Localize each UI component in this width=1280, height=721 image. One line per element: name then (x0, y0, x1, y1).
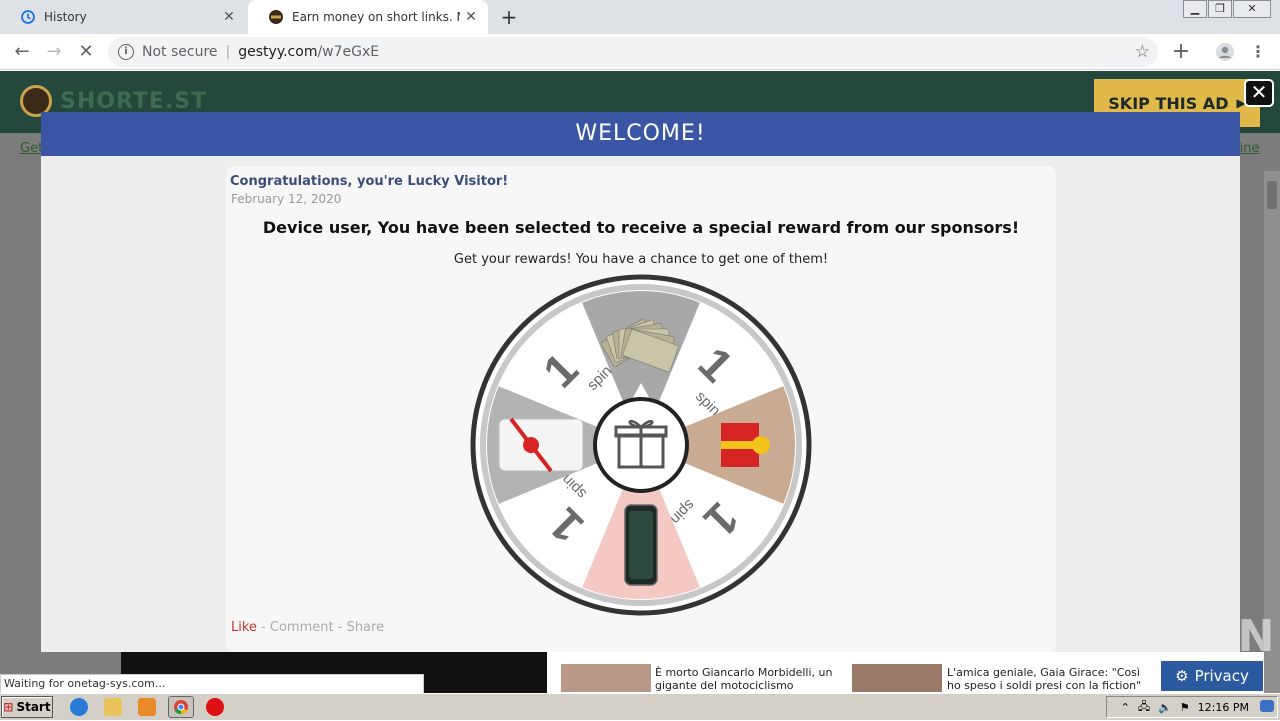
scroll-thumb[interactable] (1267, 181, 1277, 209)
security-label: Not secure (142, 44, 218, 60)
gear-icon: ⚙ (1175, 667, 1189, 685)
forward-arrow-icon[interactable]: → (40, 38, 68, 66)
modal-header: WELCOME! (41, 112, 1240, 156)
card-headline: Device user, You have been selected to r… (262, 218, 1020, 237)
logo-text: SHORTE.ST (60, 88, 208, 114)
close-tab-icon[interactable]: ✕ (218, 9, 240, 25)
chrome-taskbar-button[interactable] (168, 696, 194, 718)
url-path: /w7eGxE (317, 44, 380, 60)
minimize-icon[interactable]: ▁ (1183, 0, 1207, 18)
bookmark-star-icon[interactable]: ☆ (1135, 42, 1150, 62)
restore-icon[interactable]: ❐ (1208, 0, 1232, 18)
gift-card-body (498, 418, 584, 472)
network-icon[interactable]: 🖧 (1138, 698, 1150, 717)
privacy-label: Privacy (1194, 667, 1249, 685)
status-bar: Waiting for onetag-sys.com... (0, 674, 424, 693)
divider: | (225, 44, 231, 60)
tab-title: History (44, 10, 87, 24)
site-nav-link[interactable]: Get (20, 141, 43, 156)
tab-strip: History ✕ Earn money on short links. Mak… (0, 0, 1280, 34)
tab-history[interactable]: History ✕ (0, 0, 246, 34)
gift-card-icon (498, 417, 584, 473)
footer-separator: - (333, 620, 347, 635)
url-host: gestyy.com (238, 44, 318, 60)
share-link[interactable]: Share (347, 620, 385, 635)
news-headline[interactable]: L'amica geniale, Gaia Girace: "Così ho s… (947, 666, 1147, 692)
close-tab-icon[interactable]: ✕ (460, 9, 482, 25)
profile-avatar-icon[interactable] (1211, 38, 1239, 66)
footer-separator: - (256, 620, 270, 635)
gift-card-bow (523, 437, 539, 453)
news-headline[interactable]: È morto Giancarlo Morbidelli, un gigante… (655, 666, 855, 693)
ie-icon[interactable] (70, 698, 88, 716)
back-arrow-icon[interactable]: ← (8, 38, 36, 66)
start-label: Start (16, 700, 51, 714)
news-thumbnail[interactable] (561, 664, 651, 692)
windows-logo-icon: ⊞ (3, 700, 14, 714)
reward-modal: WELCOME! Congratulations, you're Lucky V… (41, 112, 1240, 652)
folder-icon[interactable] (104, 698, 122, 716)
system-tray: ⌃ 🖧 🔈 ⚑ 12:16 PM (1106, 696, 1278, 718)
comment-link[interactable]: Comment (270, 620, 334, 635)
close-window-icon[interactable]: ✕ (1233, 0, 1271, 18)
tray-arrow-icon[interactable]: ⌃ (1121, 701, 1130, 714)
phone-screen (629, 511, 653, 579)
taskbar: ⊞ Start ⌃ 🖧 🔈 ⚑ 12:16 PM (0, 693, 1280, 720)
card-footer: Like - Comment - Share (231, 620, 384, 635)
card-title: Congratulations, you're Lucky Visitor! (230, 174, 509, 189)
page-viewport: SHORTE.ST SKIP THIS AD ▶ ✕ Get line È mo… (0, 71, 1280, 693)
site-favicon-icon (268, 9, 284, 25)
privacy-button[interactable]: ⚙ Privacy (1161, 661, 1263, 691)
phone-icon (624, 504, 658, 586)
prize-wheel[interactable]: 1spin1spin1spin1spin (470, 274, 812, 616)
card-subline: Get your rewards! You have a chance to g… (453, 252, 829, 267)
stop-loading-icon[interactable]: ✕ (72, 38, 100, 66)
card-date: February 12, 2020 (231, 192, 342, 206)
reward-card: Congratulations, you're Lucky Visitor! F… (226, 166, 1056, 652)
history-icon (20, 9, 36, 25)
start-button[interactable]: ⊞ Start (1, 696, 53, 718)
show-desktop-icon[interactable] (1260, 700, 1274, 712)
clock: 12:16 PM (1197, 700, 1249, 714)
volume-icon[interactable]: 🔈 (1158, 701, 1172, 714)
skip-ad-label: SKIP THIS AD (1108, 93, 1229, 113)
tab-title: Earn money on short links. Make sho (292, 10, 460, 24)
browser-toolbar: ← → ✕ i Not secure | gestyy.com/w7eGxE ☆… (0, 34, 1280, 70)
flag-icon[interactable]: ⚑ (1180, 701, 1190, 714)
address-bar[interactable]: i Not secure | gestyy.com/w7eGxE ☆ (108, 37, 1158, 67)
gift-box-bow (752, 436, 770, 454)
extension-plus-icon[interactable]: + (1167, 38, 1195, 66)
info-icon[interactable]: i (118, 44, 134, 60)
opera-icon[interactable] (206, 698, 224, 716)
like-link[interactable]: Like (231, 620, 257, 635)
news-thumbnail[interactable] (852, 664, 942, 692)
media-player-icon[interactable] (138, 698, 156, 716)
menu-kebab-icon[interactable]: ⋮ (1244, 38, 1272, 66)
close-overlay-button[interactable]: ✕ (1244, 79, 1274, 107)
new-tab-button[interactable]: + (498, 6, 520, 28)
tab-current[interactable]: Earn money on short links. Make sho ✕ (248, 0, 488, 34)
